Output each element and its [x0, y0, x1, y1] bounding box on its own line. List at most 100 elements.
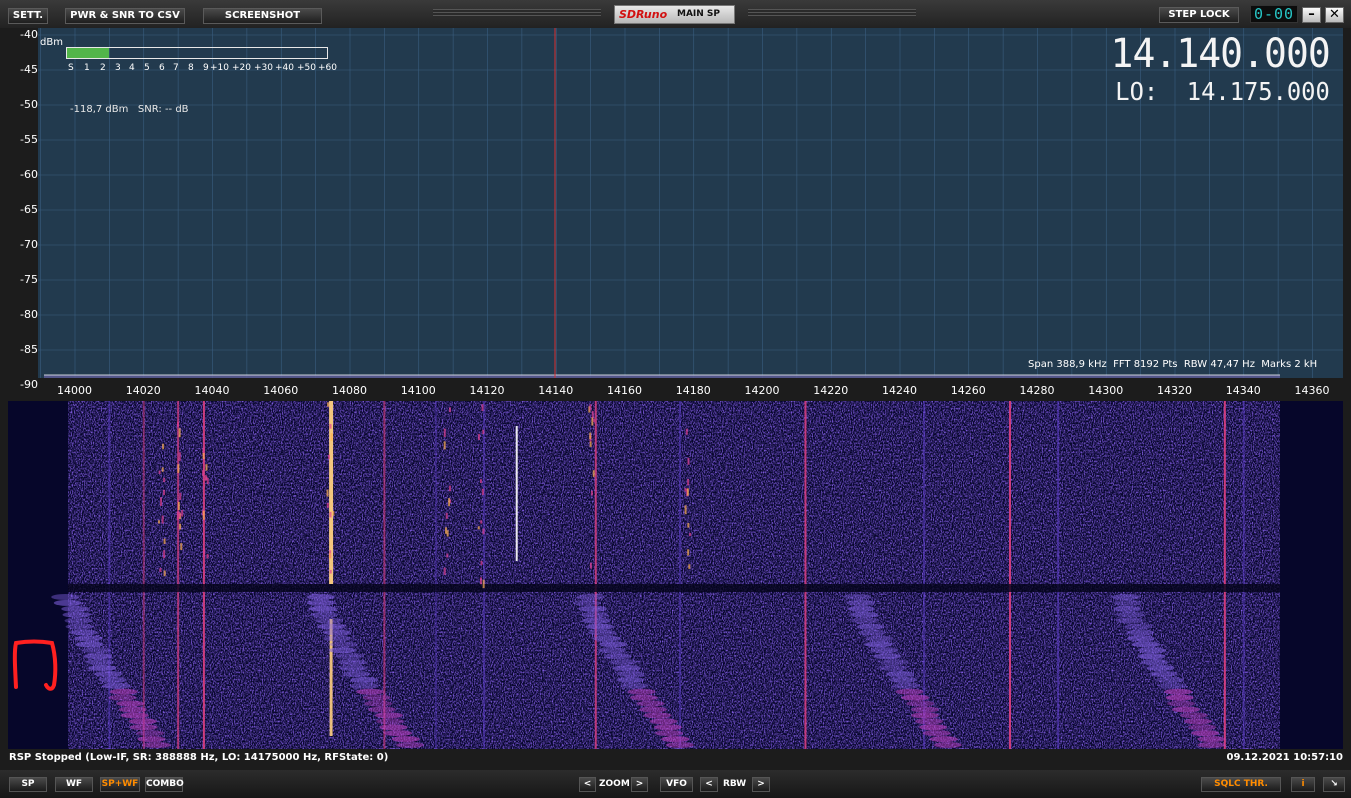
step-lock-button[interactable]: STEP LOCK: [1159, 7, 1239, 23]
rbw-decrease-button[interactable]: <: [700, 777, 718, 792]
sp-mode-button[interactable]: SP: [9, 777, 47, 792]
waterfall-sweep: [873, 653, 902, 660]
waterfall-speckle: [480, 560, 483, 566]
waterfall-sweep: [88, 665, 117, 672]
waterfall-sweep: [1116, 617, 1145, 624]
waterfall-carrier: [1223, 401, 1226, 749]
waterfall-sweep: [599, 641, 628, 648]
waterfall-speckle: [203, 548, 206, 554]
waterfall-carrier: [1057, 401, 1060, 749]
settings-button[interactable]: SETT.: [8, 8, 48, 24]
waterfall-sweep: [1116, 611, 1145, 618]
waterfall-speckle: [448, 485, 451, 492]
waterfall-speckle: [206, 554, 209, 559]
waterfall-speckle: [482, 429, 485, 435]
waterfall-sweep: [85, 659, 114, 666]
sp-wf-mode-button[interactable]: SP+WF: [100, 777, 140, 792]
waterfall-speckle: [589, 441, 592, 447]
combo-mode-button[interactable]: COMBO: [145, 777, 184, 792]
waterfall-sweep: [94, 670, 123, 677]
waterfall-display[interactable]: [8, 401, 1343, 749]
frequency-tick-label: 14040: [194, 384, 230, 397]
info-button[interactable]: i: [1291, 777, 1315, 792]
waterfall-sweep: [1156, 676, 1185, 683]
waterfall-speckle: [482, 579, 485, 589]
waterfall-sweep: [374, 712, 403, 719]
waterfall-sweep: [629, 694, 658, 701]
waterfall-sweep: [846, 599, 875, 606]
waterfall-sweep: [102, 682, 131, 689]
screenshot-button[interactable]: SCREENSHOT: [203, 8, 322, 24]
waterfall-speckle: [479, 577, 482, 585]
smeter-tick-label: +30: [254, 63, 273, 73]
waterfall-speckle: [178, 452, 181, 461]
waterfall-sweep: [1131, 641, 1160, 648]
minimize-button[interactable]: –: [1302, 7, 1321, 23]
dbm-tick-label: -75: [20, 273, 38, 286]
waterfall-sweep: [592, 635, 621, 642]
dbm-tick-label: -90: [20, 378, 38, 391]
dbm-tick-label: -60: [20, 168, 38, 181]
close-button[interactable]: ✕: [1325, 7, 1344, 23]
lo-frequency[interactable]: 14.175.000: [1187, 77, 1330, 106]
vfo-frequency[interactable]: 14.140.000: [1111, 32, 1331, 76]
waterfall-sweep: [128, 718, 157, 725]
zoom-out-button[interactable]: <: [579, 777, 596, 792]
waterfall-speckle: [684, 505, 687, 515]
waterfall-sweep: [580, 611, 609, 618]
waterfall-sweep: [310, 611, 339, 618]
waterfall-sweep: [69, 629, 98, 636]
waterfall-sweep: [396, 742, 425, 748]
dbm-tick-label: -80: [20, 308, 38, 321]
waterfall-speckle: [687, 549, 690, 556]
smeter-tick-label: 8: [188, 63, 194, 73]
waterfall-speckle: [685, 428, 688, 435]
waterfall-plot[interactable]: [8, 401, 1343, 749]
span-value: Span 388,9 kHz: [1028, 359, 1107, 370]
span-info: Span 388,9 kHz FFT 8192 Pts RBW 47,47 Hz…: [1028, 359, 1317, 370]
waterfall-sweep: [61, 605, 90, 612]
waterfall-sweep: [1179, 712, 1208, 719]
smeter-tick-label: +10: [210, 63, 229, 73]
sqlc-threshold-button[interactable]: SQLC THR.: [1201, 777, 1281, 792]
waterfall-sweep: [82, 647, 111, 654]
waterfall-speckle: [687, 479, 690, 486]
drag-grip-right[interactable]: [748, 9, 916, 18]
fft-value: FFT 8192 Pts: [1113, 359, 1178, 370]
waterfall-sweep: [1165, 694, 1194, 701]
snr-value: SNR: -- dB: [137, 104, 189, 115]
waterfall-carrier: [804, 401, 807, 749]
waterfall-speckle: [592, 470, 595, 477]
waterfall-sweep: [84, 653, 113, 660]
waterfall-speckle: [332, 510, 335, 516]
drag-grip-left[interactable]: [433, 9, 601, 18]
waterfall-sweep: [847, 605, 876, 612]
waterfall-sweep: [116, 700, 145, 707]
wf-mode-button[interactable]: WF: [55, 777, 93, 792]
rbw-increase-button[interactable]: >: [752, 777, 770, 792]
waterfall-sweep: [911, 712, 940, 719]
waterfall-speckle: [687, 457, 690, 465]
waterfall-sweep: [1171, 706, 1200, 713]
rbw-value: RBW 47,47 Hz: [1183, 359, 1255, 370]
waterfall-sweep: [74, 635, 103, 642]
waterfall-sweep: [616, 670, 645, 677]
waterfall-sweep: [1146, 665, 1175, 672]
lo-frequency-display[interactable]: LO: 14.175.000: [1116, 78, 1330, 106]
spectrum-display[interactable]: -40-45-50-55-60-65-70-75-80-85-90-95-100…: [0, 28, 1351, 706]
waterfall-sweep: [643, 712, 672, 719]
waterfall-sweep: [843, 594, 872, 600]
pwr-snr-csv-button[interactable]: PWR & SNR TO CSV: [65, 8, 185, 24]
zoom-in-button[interactable]: >: [631, 777, 648, 792]
waterfall-sweep: [376, 718, 405, 725]
s-meter: [66, 47, 328, 59]
waterfall-sweep: [910, 706, 939, 713]
smeter-tick-label: 7: [173, 63, 179, 73]
waterfall-sweep: [118, 706, 147, 713]
resize-button[interactable]: ↘: [1323, 777, 1345, 792]
waterfall-speckle: [477, 433, 480, 440]
waterfall-sweep: [64, 617, 93, 624]
waterfall-sweep: [306, 599, 335, 606]
waterfall-sweep: [308, 605, 337, 612]
vfo-button[interactable]: VFO: [660, 777, 693, 792]
